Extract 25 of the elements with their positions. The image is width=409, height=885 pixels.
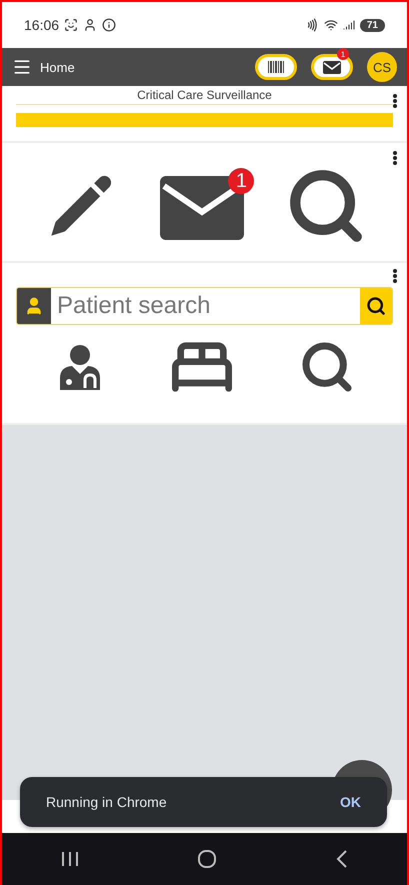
recent-apps-icon[interactable] — [61, 851, 80, 867]
search-icon — [366, 296, 386, 316]
user-icon — [17, 288, 51, 324]
barcode-button[interactable] — [255, 54, 297, 80]
more-icon[interactable] — [393, 94, 397, 109]
battery-level: 71 — [360, 18, 385, 32]
more-icon[interactable] — [393, 269, 397, 284]
notification-badge: 1 — [337, 48, 349, 60]
page-title: Home — [40, 60, 75, 74]
scan-icon — [64, 18, 78, 32]
home-icon[interactable] — [197, 849, 218, 869]
barcode-icon — [268, 61, 284, 73]
mail-icon — [323, 60, 341, 74]
wifi-icon — [324, 18, 338, 32]
more-icon[interactable] — [393, 151, 397, 166]
info-icon — [102, 18, 116, 32]
search-button[interactable] — [360, 288, 392, 324]
ok-button[interactable]: OK — [340, 794, 361, 810]
back-icon[interactable] — [336, 850, 348, 868]
snackbar-message: Running in Chrome — [46, 794, 167, 810]
clock: 16:06 — [24, 17, 60, 33]
patient-search-bar[interactable]: Patient search — [16, 287, 393, 325]
card-title: Critical Care Surveillance — [137, 88, 272, 102]
user-avatar[interactable]: CS — [367, 52, 397, 82]
notification-badge: 1 — [228, 168, 254, 194]
